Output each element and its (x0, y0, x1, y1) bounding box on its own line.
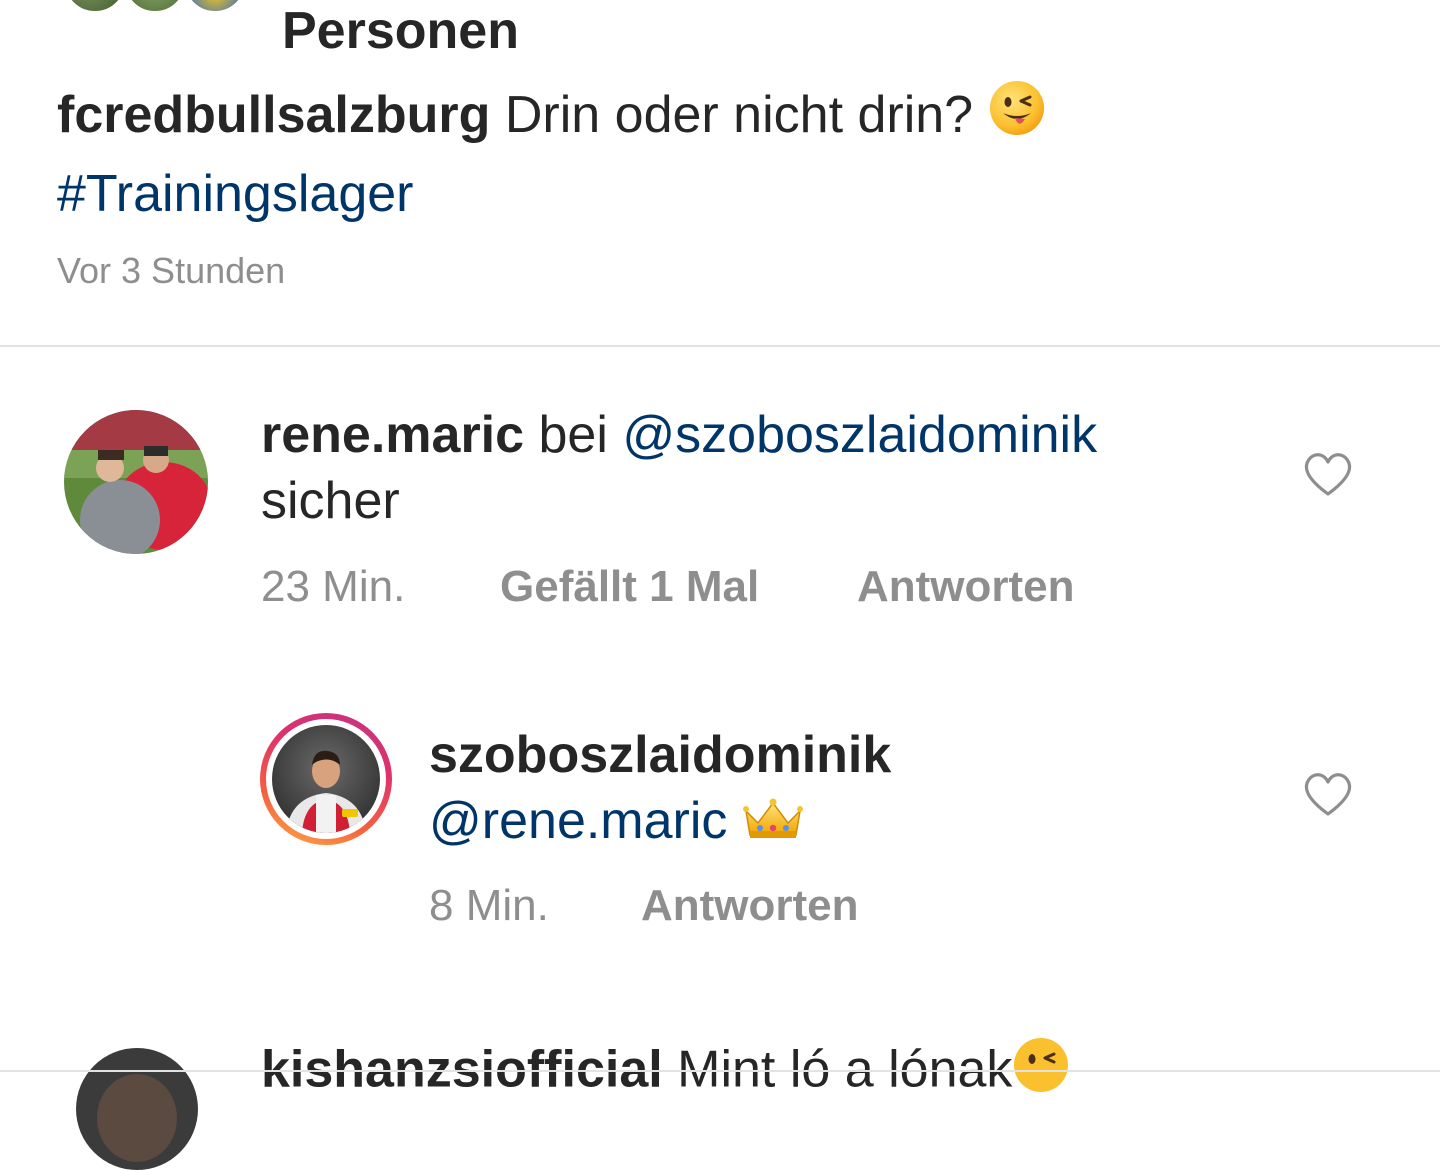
reply-username[interactable]: szoboszlaidominik (429, 726, 891, 784)
comment-time: 23 Min. (261, 562, 406, 611)
comment-text: rene.maric bei @szoboszlaidominik sicher (261, 402, 1261, 534)
liked-avatar-1 (62, 0, 128, 14)
liked-by-label[interactable]: Personen (282, 2, 519, 60)
divider (0, 345, 1440, 347)
reply-mention[interactable]: @rene.maric (429, 792, 727, 850)
caption-text: Drin oder nicht drin? (504, 86, 974, 144)
comment-text-before: bei (538, 406, 608, 464)
comment-mention[interactable]: @szoboszlaidominik (622, 406, 1097, 464)
reply-button[interactable]: Antworten (857, 562, 1075, 612)
winking-face-tongue-emoji-icon (1012, 1036, 1070, 1110)
comment-text-after: sicher (261, 472, 400, 530)
comment-text: kishanzsiofficial Mint ló a lónak (261, 1036, 1261, 1110)
crown-emoji-icon (742, 791, 804, 857)
caption-hashtag[interactable]: #Trainingslager (57, 165, 413, 223)
winking-face-tongue-emoji-icon (988, 79, 1046, 157)
reply-text: szoboszlaidominik @rene.maric (429, 722, 1249, 857)
bottom-bar-edge (0, 1070, 1440, 1072)
avatar (272, 725, 380, 833)
caption-username[interactable]: fcredbullsalzburg (57, 86, 490, 144)
liked-by-avatars[interactable] (62, 0, 262, 14)
heart-outline-icon[interactable] (1302, 770, 1354, 823)
story-ring[interactable] (260, 713, 392, 845)
caption-timestamp: Vor 3 Stunden (57, 250, 286, 291)
reply-time: 8 Min. (429, 881, 549, 930)
comment-likes-count[interactable]: Gefällt 1 Mal (500, 562, 759, 612)
post-caption: fcredbullsalzburg Drin oder nicht drin? … (57, 78, 1357, 231)
heart-outline-icon[interactable] (1302, 450, 1354, 503)
reply-button[interactable]: Antworten (641, 881, 859, 931)
liked-avatar-3 (182, 0, 248, 14)
liked-avatar-2 (122, 0, 188, 14)
avatar[interactable] (64, 410, 208, 554)
comment-username[interactable]: rene.maric (261, 406, 524, 464)
avatar[interactable] (76, 1048, 198, 1170)
